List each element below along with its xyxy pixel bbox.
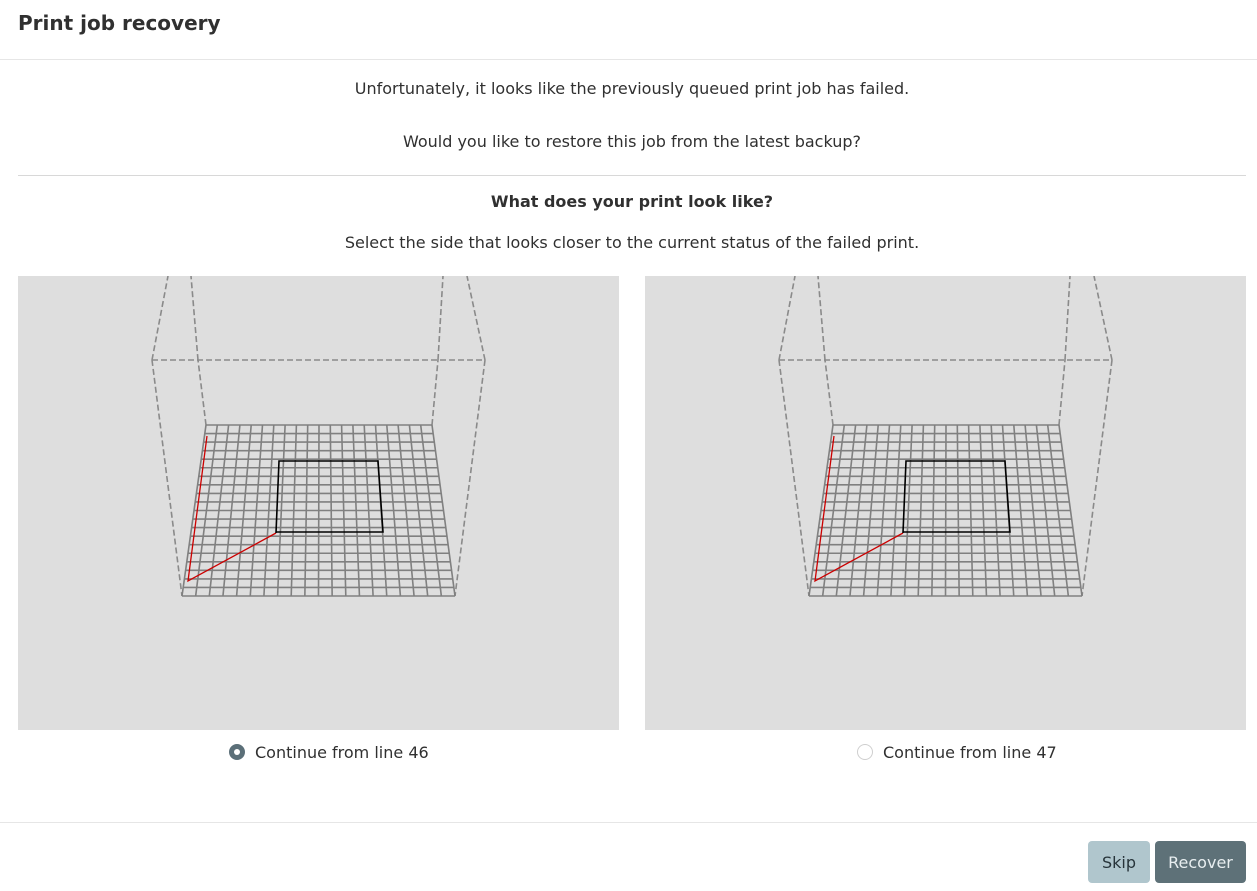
- build-volume-edge: [197, 359, 207, 426]
- build-volume-edge: [817, 276, 826, 361]
- print-look-question: What does your print look like?: [490, 192, 774, 211]
- build-volume-edge: [437, 276, 444, 361]
- build-volume-edge: [1093, 276, 1113, 361]
- section-divider: [18, 175, 1246, 176]
- radio-unselected-icon[interactable]: [857, 744, 873, 760]
- toolpath-preview-46: [151, 276, 486, 597]
- build-volume-edge: [151, 359, 183, 597]
- radio-selected-icon[interactable]: [229, 744, 245, 760]
- failure-message: Unfortunately, it looks like the previou…: [354, 79, 910, 98]
- dialog-footer: Skip Recover: [0, 822, 1257, 891]
- build-volume-edge: [778, 276, 796, 361]
- selection-instruction: Select the side that looks closer to the…: [344, 233, 920, 252]
- option-line-46-label: Continue from line 46: [255, 742, 429, 762]
- build-volume-edge: [778, 359, 810, 597]
- toolpath-preview-47: [778, 276, 1113, 597]
- print-job-recovery-dialog: Print job recovery Unfortunately, it loo…: [0, 0, 1257, 891]
- restore-question: Would you like to restore this job from …: [402, 132, 862, 151]
- build-volume-edge: [1064, 276, 1071, 361]
- option-line-46[interactable]: Continue from line 46: [229, 741, 429, 763]
- preview-line-47[interactable]: [645, 276, 1246, 730]
- skip-button[interactable]: Skip: [1088, 841, 1150, 883]
- build-volume-edge: [431, 359, 439, 426]
- build-volume-edge: [824, 359, 834, 426]
- dialog-title: Print job recovery: [18, 11, 221, 35]
- dialog-header: Print job recovery: [0, 0, 1257, 60]
- recover-button[interactable]: Recover: [1155, 841, 1246, 883]
- option-line-47[interactable]: Continue from line 47: [857, 741, 1057, 763]
- build-volume-edge: [466, 276, 486, 361]
- build-volume-edge: [190, 276, 199, 361]
- build-volume-edge: [151, 276, 169, 361]
- build-volume-edge: [1081, 359, 1113, 597]
- preview-line-46[interactable]: [18, 276, 619, 730]
- option-line-47-label: Continue from line 47: [883, 742, 1057, 762]
- build-volume-edge: [454, 359, 486, 597]
- build-volume-edge: [1058, 359, 1066, 426]
